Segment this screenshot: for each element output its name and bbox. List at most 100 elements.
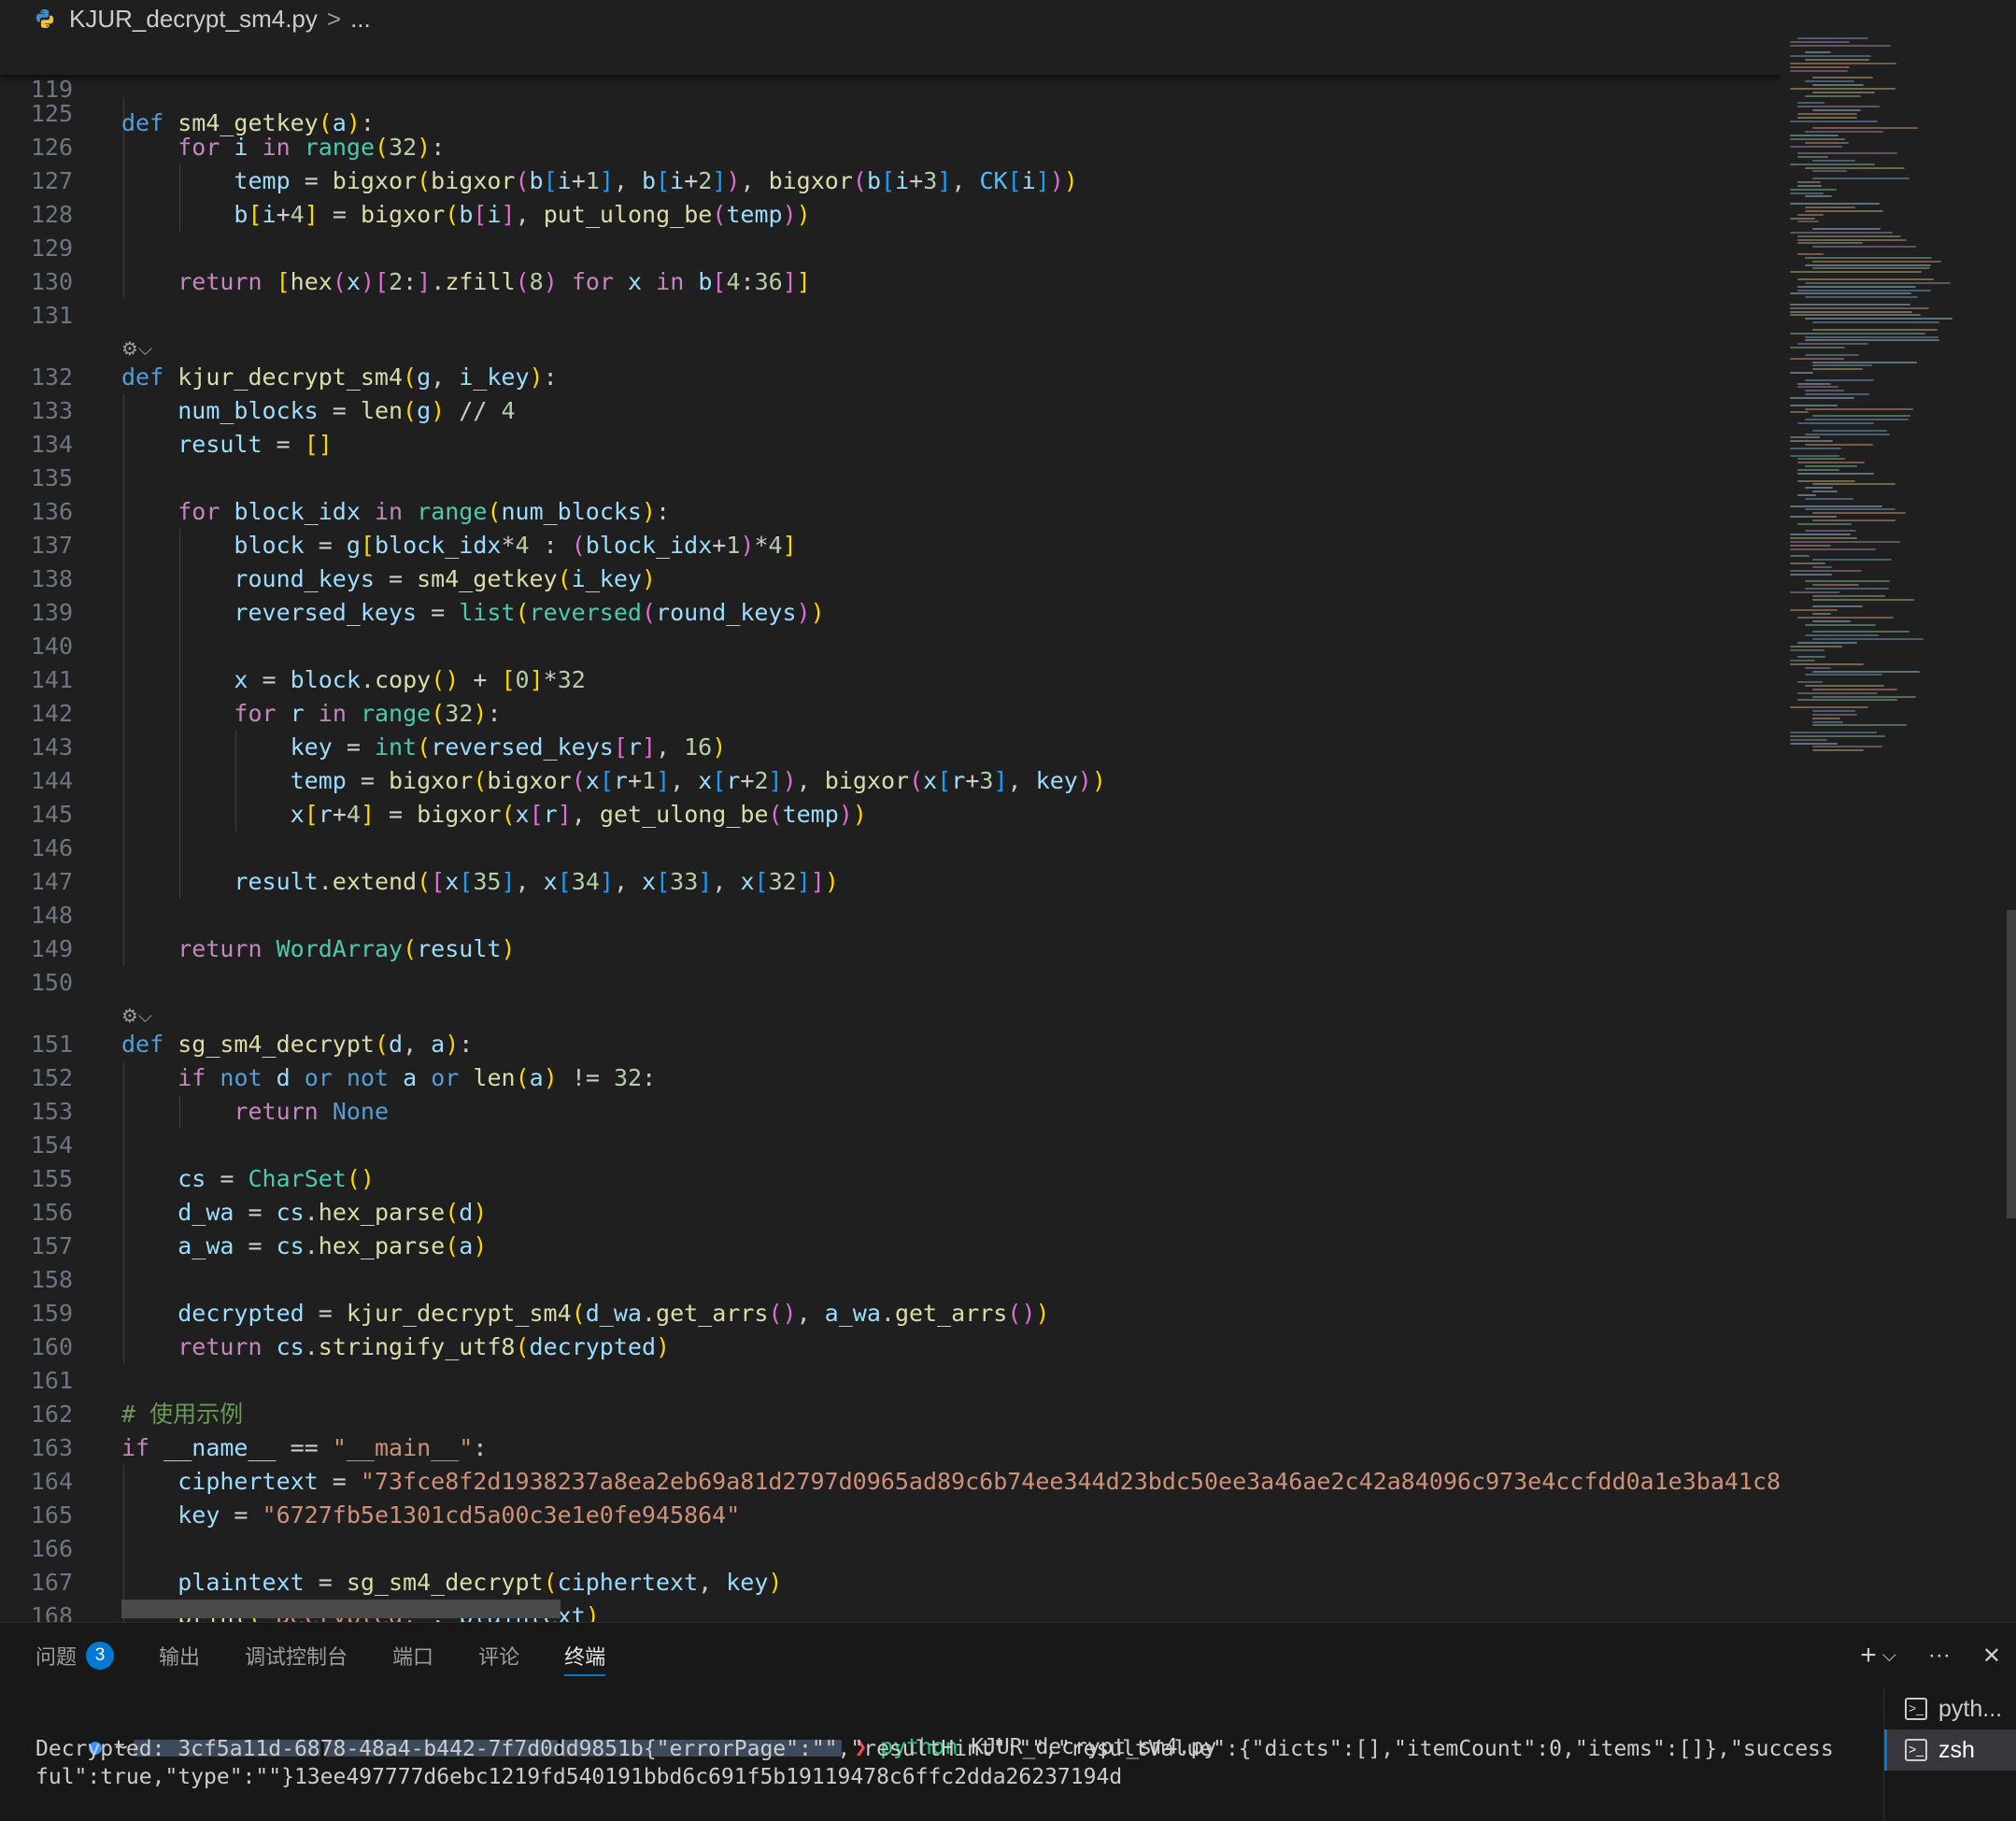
code-line[interactable]: 150	[0, 966, 1781, 1000]
code-line[interactable]: 152 if not d or not a or len(a) != 32:	[0, 1061, 1781, 1095]
code-line[interactable]: 156 d_wa = cs.hex_parse(d)	[0, 1196, 1781, 1230]
minimap-line	[1797, 37, 1869, 39]
line-number: 142	[30, 700, 73, 727]
tab-debug-console[interactable]: 调试控制台	[245, 1635, 348, 1676]
code-line[interactable]: 145 x[r+4] = bigxor(x[r], get_ulong_be(t…	[0, 798, 1781, 832]
minimap-line	[1797, 522, 1853, 525]
code-line[interactable]: 164 ciphertext = "73fce8f2d1938237a8ea2e…	[0, 1465, 1781, 1499]
minimap-line	[1790, 271, 1923, 274]
minimap-line	[1790, 310, 1913, 313]
code-line[interactable]: 128 b[i+4] = bigxor(b[i], put_ulong_be(t…	[0, 198, 1781, 232]
code-line[interactable]: 132 def kjur_decrypt_sm4(g, i_key):	[0, 361, 1781, 394]
code-text: key = int(reversed_keys[r], 16)	[290, 733, 727, 761]
code-line[interactable]: 137 block = g[block_idx*4 : (block_idx+1…	[0, 529, 1781, 562]
code-text: d_wa = cs.hex_parse(d)	[177, 1199, 488, 1226]
minimap-line	[1790, 163, 1875, 165]
chevron-down-icon[interactable]: ⌵	[1882, 1645, 1896, 1667]
code-line[interactable]: 127 temp = bigxor(bigxor(b[i+1], b[i+2])…	[0, 164, 1781, 198]
code-line[interactable]: 163 if __name__ == "__main__":	[0, 1431, 1781, 1465]
minimap-line	[1812, 619, 1851, 622]
code-line[interactable]: 131	[0, 299, 1781, 333]
code-line[interactable]: 135	[0, 462, 1781, 495]
code-line[interactable]: 130 return [hex(x)[2:].zfill(8) for x in…	[0, 265, 1781, 299]
code-line[interactable]: 158	[0, 1263, 1781, 1297]
minimap-line	[1812, 364, 1873, 367]
horizontal-scrollbar[interactable]	[121, 1600, 561, 1618]
close-icon[interactable]: ✕	[1982, 1643, 2001, 1670]
code-text: temp = bigxor(bigxor(b[i+1], b[i+2]), bi…	[234, 167, 1078, 194]
code-line[interactable]: 140	[0, 630, 1781, 663]
minimap-line	[1805, 580, 1890, 583]
minimap-line	[1812, 565, 1833, 568]
minimap-line	[1805, 634, 1880, 637]
minimap-line	[1790, 562, 1826, 565]
code-line[interactable]: 154	[0, 1129, 1781, 1162]
code-line[interactable]: 151 def sg_sm4_decrypt(d, a):	[0, 1028, 1781, 1061]
tab-terminal[interactable]: 终端	[564, 1635, 606, 1676]
code-line[interactable]: 153 return None	[0, 1095, 1781, 1129]
code-line[interactable]: 142 for r in range(32):	[0, 697, 1781, 731]
code-line[interactable]: 167 plaintext = sg_sm4_decrypt(ciphertex…	[0, 1566, 1781, 1600]
minimap-line	[1790, 660, 1816, 662]
code-line[interactable]: 157 a_wa = cs.hex_parse(a)	[0, 1230, 1781, 1263]
tab-comments[interactable]: 评论	[478, 1635, 519, 1676]
code-line[interactable]: 155 cs = CharSet()	[0, 1162, 1781, 1196]
minimap-line	[1790, 411, 1810, 414]
line-number: 166	[30, 1535, 73, 1562]
minimap-line	[1805, 209, 1883, 212]
minimap-line	[1812, 713, 1857, 716]
minimap-line	[1790, 738, 1828, 741]
sticky-scroll-header[interactable]: 119 def sm4_getkey(a):	[0, 37, 1781, 136]
minimap-line	[1790, 203, 1880, 206]
minimap-line	[1812, 695, 1916, 698]
terminal-item-zsh[interactable]: >_ zsh	[1884, 1729, 2016, 1771]
code-line[interactable]: 159 decrypted = kjur_decrypt_sm4(d_wa.ge…	[0, 1297, 1781, 1330]
code-line[interactable]: 146	[0, 832, 1781, 865]
minimap-line	[1790, 231, 1893, 234]
vertical-scrollbar[interactable]	[2007, 910, 2016, 1218]
new-terminal-icon[interactable]: +	[1860, 1640, 1877, 1672]
code-line[interactable]: 166	[0, 1532, 1781, 1566]
breadcrumb-file[interactable]: KJUR_decrypt_sm4.py	[69, 5, 318, 34]
code-text: for block_idx in range(num_blocks):	[177, 498, 671, 525]
code-line[interactable]: 143 key = int(reversed_keys[r], 16)	[0, 731, 1781, 764]
minimap-line	[1797, 112, 1857, 115]
minimap-line	[1790, 590, 1839, 593]
tab-ports[interactable]: 端口	[392, 1635, 433, 1676]
code-line[interactable]: 165 key = "6727fb5e1301cd5a00c3e1e0fe945…	[0, 1499, 1781, 1532]
code-line[interactable]: 160 return cs.stringify_utf8(decrypted)	[0, 1330, 1781, 1364]
code-line[interactable]: 147 result.extend([x[35], x[34], x[33], …	[0, 865, 1781, 899]
code-line[interactable]: 144 temp = bigxor(bigxor(x[r+1], x[r+2])…	[0, 764, 1781, 798]
code-line[interactable]: 162 # 使用示例	[0, 1398, 1781, 1431]
codelens-icon[interactable]: ⚙⌵	[121, 334, 152, 363]
minimap-line	[1790, 573, 1833, 576]
tab-output[interactable]: 输出	[159, 1635, 200, 1676]
code-text: return [hex(x)[2:].zfill(8) for x in b[4…	[177, 268, 811, 295]
breadcrumb-more[interactable]: ...	[350, 5, 371, 34]
code-line[interactable]: 133 num_blocks = len(g) // 4	[0, 394, 1781, 428]
terminal-output[interactable]: ● ~ ❯ python KJUR_decrypt_sm4.py Decrypt…	[0, 1688, 1859, 1821]
minimap[interactable]	[1781, 37, 2016, 1622]
minimap-line	[1790, 69, 1848, 72]
more-actions-icon[interactable]: ···	[1928, 1643, 1951, 1669]
code-line[interactable]: 129	[0, 232, 1781, 265]
minimap-line	[1797, 102, 1825, 105]
line-number: 151	[30, 1031, 73, 1058]
minimap-line	[1790, 645, 1843, 647]
tab-problems[interactable]: 问题 3	[35, 1635, 115, 1676]
code-editor[interactable]: 125 126 for i in range(32): 127 temp = big…	[0, 37, 1781, 1622]
code-line[interactable]: 161	[0, 1364, 1781, 1398]
code-line[interactable]: 139 reversed_keys = list(reversed(round_…	[0, 596, 1781, 630]
code-line[interactable]: 138 round_keys = sm4_getkey(i_key)	[0, 562, 1781, 596]
minimap-line	[1805, 465, 1857, 468]
minimap-line	[1790, 397, 1854, 399]
code-line[interactable]: 136 for block_idx in range(num_blocks):	[0, 495, 1781, 529]
terminal-item-python[interactable]: >_ pyth...	[1884, 1688, 2016, 1729]
code-line[interactable]: 148	[0, 899, 1781, 932]
codelens-icon[interactable]: ⚙⌵	[121, 1002, 152, 1030]
code-line[interactable]: 134 result = []	[0, 428, 1781, 462]
minimap-line	[1805, 51, 1831, 54]
code-line[interactable]: 141 x = block.copy() + [0]*32	[0, 663, 1781, 697]
code-line[interactable]: 149 return WordArray(result)	[0, 932, 1781, 966]
minimap-line	[1797, 285, 1917, 288]
